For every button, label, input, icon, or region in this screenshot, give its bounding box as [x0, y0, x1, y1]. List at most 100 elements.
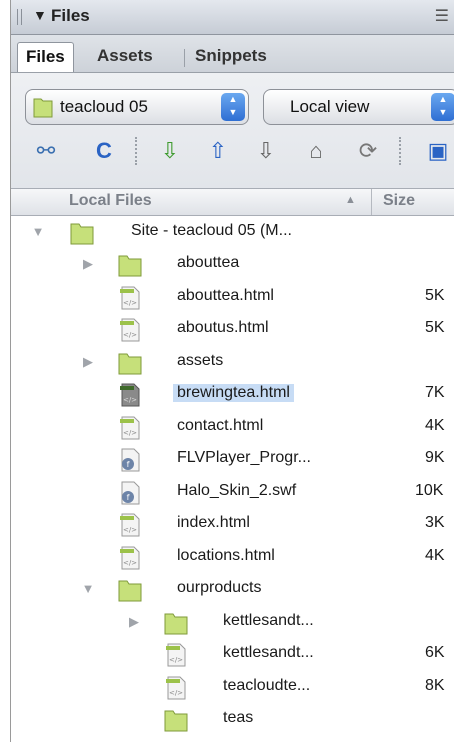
triangle-right-icon[interactable]: ▶: [81, 256, 95, 272]
tree-row[interactable]: </> abouttea.html 5K: [11, 281, 454, 313]
tab-snippets[interactable]: Snippets: [187, 42, 275, 72]
triangle-down-icon[interactable]: ▼: [81, 581, 95, 596]
svg-text:</>: </>: [169, 689, 183, 697]
files-panel: ▼ Files ☰ Files Assets Snippets teacloud…: [10, 0, 454, 742]
folder-icon: [118, 353, 142, 375]
get-files-icon[interactable]: ⇩: [155, 135, 185, 167]
tree-item-size: 3K: [425, 514, 445, 531]
tree-row[interactable]: f FLVPlayer_Progr... 9K: [11, 443, 454, 475]
tree-item-name: contact.html: [177, 417, 264, 434]
check-out-icon[interactable]: ⇩: [251, 135, 281, 167]
swf-file-icon: f: [121, 448, 140, 472]
expand-icon[interactable]: ▣: [423, 135, 453, 167]
view-select-value: Local view: [290, 97, 370, 116]
tree-item-name: ourproducts: [177, 579, 262, 596]
put-files-icon[interactable]: ⇧: [203, 135, 233, 167]
tab-assets[interactable]: Assets: [89, 42, 161, 72]
tree-item-name: kettlesandt...: [223, 644, 314, 661]
folder-icon: [33, 98, 53, 118]
view-select[interactable]: Local view ▲ ▼: [263, 89, 454, 125]
controls-area: teacloud 05 ▲ ▼ Local view ▲ ▼ ⚯ C ⇩ ⇧ ⇩ ⌂…: [11, 73, 454, 189]
html-file-icon: </>: [120, 546, 140, 570]
tree-item-name: assets: [177, 352, 224, 369]
connect-icon[interactable]: ⚯: [31, 135, 61, 167]
svg-text:f: f: [127, 493, 130, 502]
tab-divider: [184, 49, 185, 67]
folder-icon: [164, 710, 188, 732]
tree-item-name: kettlesandt...: [223, 612, 314, 629]
html-file-icon: </>: [166, 676, 186, 700]
tree-row[interactable]: ▶ abouttea: [11, 248, 454, 280]
folder-icon: [118, 580, 142, 602]
svg-text:</>: </>: [123, 299, 137, 307]
tree-item-size: 5K: [425, 319, 445, 336]
tree-item-size: 4K: [425, 547, 445, 564]
html-file-icon: </>: [120, 416, 140, 440]
folder-icon: [70, 223, 94, 245]
tree-item-size: 7K: [425, 384, 445, 401]
tree-item-size: 4K: [425, 417, 445, 434]
html-file-icon: </>: [120, 513, 140, 537]
tree-item-size: 10K: [415, 482, 444, 499]
svg-text:</>: </>: [123, 396, 137, 404]
tree-row[interactable]: </> teacloudte... 8K: [11, 671, 454, 703]
svg-text:</>: </>: [123, 526, 137, 534]
triangle-right-icon[interactable]: ▶: [81, 354, 95, 370]
tree-item-name: Site - teacloud 05 (M...: [131, 222, 292, 239]
toolbar-separator: [135, 137, 137, 165]
tree-item-name: teacloudte...: [223, 677, 311, 694]
tree-item-name: abouttea: [177, 254, 240, 271]
svg-text:</>: </>: [123, 331, 137, 339]
tree-item-name: teas: [223, 709, 254, 726]
tree-row[interactable]: ▶ assets: [11, 346, 454, 378]
sort-ascending-icon[interactable]: ▲: [345, 194, 356, 206]
triangle-down-icon[interactable]: ▼: [31, 224, 45, 239]
tree-item-size: 9K: [425, 449, 445, 466]
column-local-files[interactable]: Local Files: [69, 192, 152, 210]
tree-item-size: 5K: [425, 287, 445, 304]
site-select-value: teacloud 05: [60, 97, 148, 116]
tree-row[interactable]: </> kettlesandt... 6K: [11, 638, 454, 670]
html-file-icon: </>: [120, 383, 140, 407]
tree-item-name: abouttea.html: [177, 287, 274, 304]
tab-bar: Files Assets Snippets: [11, 35, 454, 73]
file-tree: ▼ Site - teacloud 05 (M... ▶ abouttea </…: [11, 216, 454, 742]
tree-row[interactable]: </> locations.html 4K: [11, 541, 454, 573]
svg-text:f: f: [127, 460, 130, 469]
tree-row[interactable]: </> contact.html 4K: [11, 411, 454, 443]
stepper-arrows-icon: ▲ ▼: [221, 93, 245, 121]
html-file-icon: </>: [166, 643, 186, 667]
column-header: Local Files ▲ Size: [11, 189, 454, 216]
folder-icon: [164, 613, 188, 635]
tab-files[interactable]: Files: [17, 42, 74, 72]
column-divider[interactable]: [371, 189, 372, 215]
synchronize-icon[interactable]: ⟳: [353, 135, 383, 167]
column-size[interactable]: Size: [383, 192, 415, 210]
tree-row[interactable]: teas: [11, 703, 454, 735]
grip-icon[interactable]: [17, 9, 25, 25]
tree-row[interactable]: ▼ ourproducts: [11, 573, 454, 605]
html-file-icon: </>: [120, 286, 140, 310]
tree-item-name-selected: brewingtea.html: [173, 384, 294, 402]
tree-item-name: FLVPlayer_Progr...: [177, 449, 311, 466]
panel-options-icon[interactable]: ☰: [435, 6, 449, 26]
triangle-right-icon[interactable]: ▶: [127, 614, 141, 630]
refresh-icon[interactable]: C: [89, 135, 119, 167]
swf-file-icon: f: [121, 481, 140, 505]
tree-row[interactable]: </> index.html 3K: [11, 508, 454, 540]
triangle-down-icon[interactable]: ▼: [33, 7, 47, 23]
html-file-icon: </>: [120, 318, 140, 342]
check-in-icon[interactable]: ⌂: [301, 135, 331, 167]
tree-row[interactable]: ▼ Site - teacloud 05 (M...: [11, 216, 454, 248]
tree-item-name: aboutus.html: [177, 319, 269, 336]
svg-text:</>: </>: [123, 429, 137, 437]
tree-item-name: index.html: [177, 514, 250, 531]
panel-title-bar[interactable]: ▼ Files ☰: [11, 0, 454, 35]
tree-row[interactable]: </> aboutus.html 5K: [11, 313, 454, 345]
tree-item-size: 8K: [425, 677, 445, 694]
tree-row[interactable]: ▶ kettlesandt...: [11, 606, 454, 638]
tree-row[interactable]: f Halo_Skin_2.swf 10K: [11, 476, 454, 508]
svg-text:</>: </>: [169, 656, 183, 664]
tree-row[interactable]: </> brewingtea.html 7K: [11, 378, 454, 410]
site-select[interactable]: teacloud 05 ▲ ▼: [25, 89, 249, 125]
